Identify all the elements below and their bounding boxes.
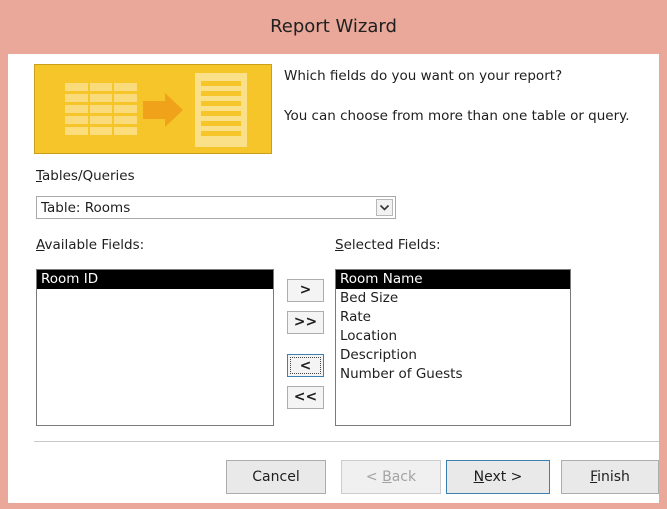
title-bar: Report Wizard <box>0 0 667 54</box>
back-hotkey: B <box>382 469 392 485</box>
divider-highlight <box>34 442 659 443</box>
list-item[interactable]: Bed Size <box>336 289 570 308</box>
finish-label: inish <box>597 469 630 485</box>
add-all-fields-button[interactable]: >> <box>287 311 324 334</box>
tables-queries-combo[interactable]: Table: Rooms <box>36 196 396 219</box>
remove-all-fields-button[interactable]: << <box>287 386 324 409</box>
list-item[interactable]: Rate <box>336 308 570 327</box>
table-to-report-icon <box>65 73 247 147</box>
selected-fields-list[interactable]: Room Name Bed Size Rate Location Descrip… <box>335 269 571 426</box>
available-fields-label: Available Fields: <box>36 237 144 253</box>
remove-field-label: < <box>290 357 321 374</box>
list-item[interactable]: Room Name <box>336 270 570 289</box>
tables-queries-label: Tables/Queries <box>36 168 135 184</box>
list-item[interactable]: Location <box>336 327 570 346</box>
wizard-body: Which fields do you want on your report?… <box>8 54 659 503</box>
next-button[interactable]: Next > <box>446 460 550 494</box>
dropdown-button[interactable] <box>376 199 393 216</box>
selected-fields-label: Selected Fields: <box>335 237 441 253</box>
add-field-button[interactable]: > <box>287 279 324 302</box>
report-wizard-window: Report Wizard Which fields do you want o… <box>0 0 667 509</box>
selected-fields-hotkey: S <box>335 237 344 253</box>
available-fields-label-text: vailable Fields: <box>44 237 145 253</box>
back-label: ack <box>391 469 417 485</box>
remove-field-button[interactable]: < <box>287 354 324 377</box>
list-item[interactable]: Description <box>336 346 570 365</box>
finish-button[interactable]: Finish <box>561 460 659 494</box>
wizard-illustration <box>34 64 272 154</box>
list-item[interactable]: Room ID <box>37 270 273 289</box>
selected-fields-label-text: elected Fields: <box>343 237 441 253</box>
tables-queries-label-text: ables/Queries <box>42 168 135 184</box>
next-hotkey: N <box>473 469 485 485</box>
back-button[interactable]: < Back <box>341 460 441 494</box>
window-title: Report Wizard <box>270 16 397 37</box>
tables-queries-value: Table: Rooms <box>41 200 131 216</box>
next-label: ext > <box>484 469 523 485</box>
chevron-down-icon <box>379 204 390 211</box>
available-fields-list[interactable]: Room ID <box>36 269 274 426</box>
back-prefix: < <box>365 469 383 485</box>
prompt-hint: You can choose from more than one table … <box>284 108 630 124</box>
list-item[interactable]: Number of Guests <box>336 365 570 384</box>
cancel-button[interactable]: Cancel <box>226 460 326 494</box>
prompt-question: Which fields do you want on your report? <box>284 68 563 84</box>
